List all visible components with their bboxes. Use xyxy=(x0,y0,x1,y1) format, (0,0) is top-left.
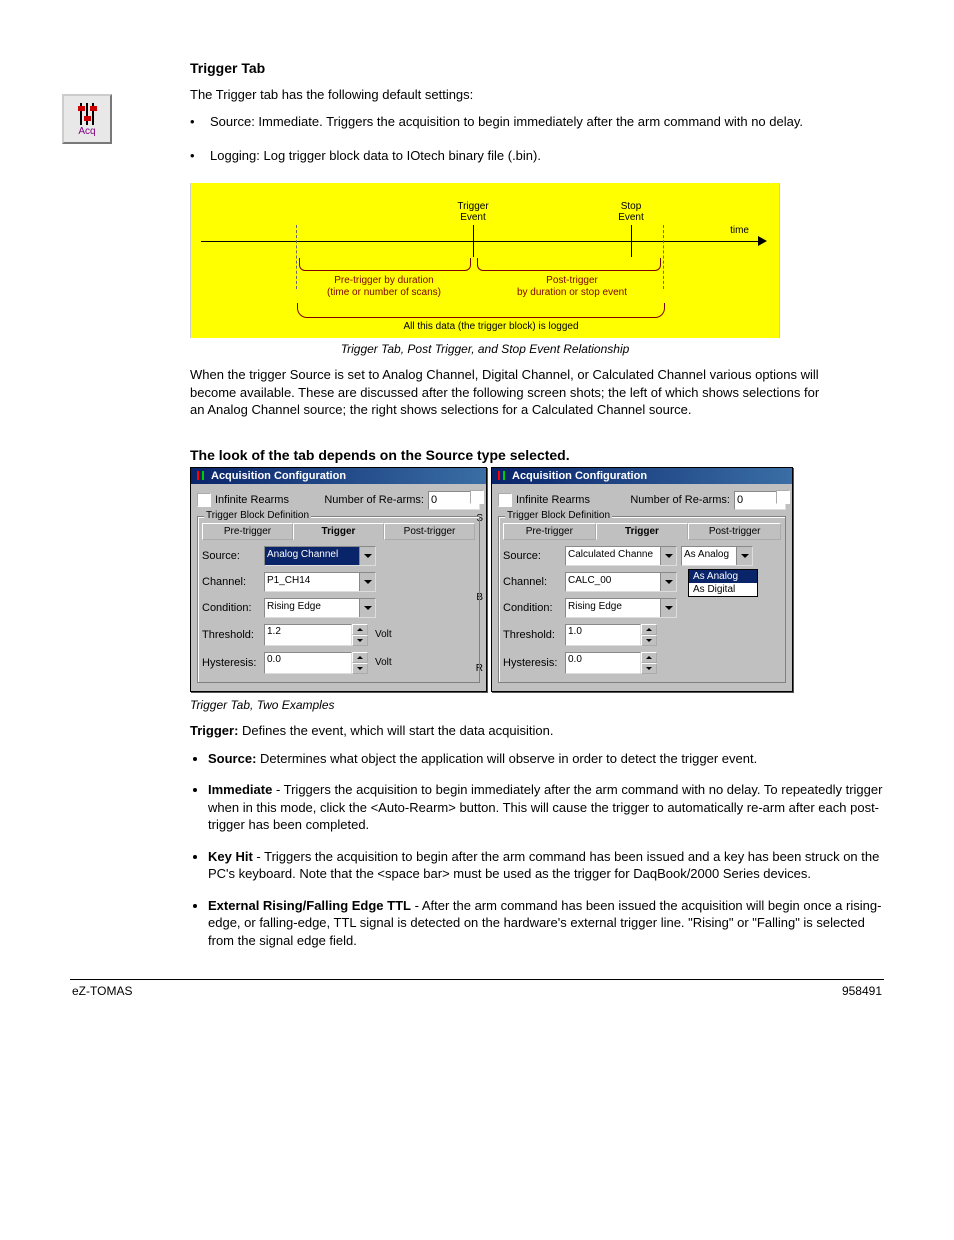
channel-label: Channel: xyxy=(202,576,260,588)
dropdown-icon[interactable] xyxy=(660,547,676,565)
tab-trigger[interactable]: Trigger xyxy=(293,523,384,540)
tab-trigger[interactable]: Trigger xyxy=(596,523,689,540)
fieldset-label: Trigger Block Definition xyxy=(204,510,311,521)
hysteresis-input[interactable]: 0.0 xyxy=(565,652,641,674)
source-label: Source: xyxy=(503,550,561,562)
spinner-up-icon[interactable] xyxy=(352,624,368,635)
list-item: Source: Determines what object the appli… xyxy=(208,750,884,768)
acq-icon-label: Acq xyxy=(78,126,95,137)
footer-right: 958491 xyxy=(842,984,882,998)
spinner-down-icon[interactable] xyxy=(641,663,657,674)
app-icon xyxy=(496,470,508,481)
para-after-diagram: When the trigger Source is set to Analog… xyxy=(190,366,830,419)
intro-bullet: Source: Immediate. Triggers the acquisit… xyxy=(190,114,884,131)
list-item: External Rising/Falling Edge TTL - After… xyxy=(208,897,884,950)
window-title: Acquisition Configuration xyxy=(211,470,346,482)
dropdown-icon[interactable] xyxy=(359,599,375,617)
footer-left: eZ-TOMAS xyxy=(72,984,132,998)
hysteresis-unit: Volt xyxy=(375,657,392,668)
page-footer: eZ-TOMAS 958491 xyxy=(70,984,884,998)
window-titlebar[interactable]: Acquisition Configuration xyxy=(492,468,792,484)
condition-combo[interactable]: Rising Edge xyxy=(264,598,376,618)
infinite-rearms-checkbox[interactable] xyxy=(197,493,211,507)
tab-pretrigger[interactable]: Pre-trigger xyxy=(503,523,596,540)
infinite-rearms-label: Infinite Rearms xyxy=(215,494,289,506)
spinner-up-icon[interactable] xyxy=(352,652,368,663)
threshold-label: Threshold: xyxy=(503,629,561,641)
threshold-unit: Volt xyxy=(375,629,392,640)
dropdown-option[interactable]: As Analog xyxy=(689,570,757,583)
list-item: Immediate - Triggers the acquisition to … xyxy=(208,781,884,834)
acq-toolbar-icon[interactable]: Acq xyxy=(62,94,112,144)
spinner-down-icon[interactable] xyxy=(641,635,657,646)
tab-pretrigger[interactable]: Pre-trigger xyxy=(202,523,293,540)
condition-label: Condition: xyxy=(202,602,260,614)
as-type-dropdown[interactable]: As Analog As Digital xyxy=(688,569,758,597)
diagram-caption: Trigger Tab, Post Trigger, and Stop Even… xyxy=(190,342,780,356)
tab-posttrigger[interactable]: Post-trigger xyxy=(384,523,475,540)
time-axis-label: time xyxy=(730,225,749,236)
num-rearms-label: Number of Re-arms: xyxy=(630,494,730,506)
threshold-input[interactable]: 1.0 xyxy=(565,624,641,646)
trigger-event-label: TriggerEvent xyxy=(443,201,503,223)
infinite-rearms-label: Infinite Rearms xyxy=(516,494,590,506)
spinner-up-icon[interactable] xyxy=(641,652,657,663)
dropdown-icon[interactable] xyxy=(359,547,375,565)
source-combo[interactable]: Calculated Channe xyxy=(565,546,677,566)
posttrigger-brace-label: Post-triggerby duration or stop event xyxy=(487,275,657,299)
channel-combo[interactable]: CALC_00 xyxy=(565,572,677,592)
list-item: Key Hit - Triggers the acquisition to be… xyxy=(208,848,884,883)
dropdown-icon[interactable] xyxy=(359,573,375,591)
hysteresis-input[interactable]: 0.0 xyxy=(264,652,352,674)
screenshots-caption: Trigger Tab, Two Examples xyxy=(190,698,884,712)
window-title: Acquisition Configuration xyxy=(512,470,647,482)
intro-text: The Trigger tab has the following defaul… xyxy=(190,86,884,104)
condition-label: Condition: xyxy=(503,602,561,614)
infinite-rearms-checkbox[interactable] xyxy=(498,493,512,507)
hysteresis-label: Hysteresis: xyxy=(202,657,260,669)
spinner-down-icon[interactable] xyxy=(352,635,368,646)
tab-posttrigger[interactable]: Post-trigger xyxy=(688,523,781,540)
app-icon xyxy=(195,470,207,481)
threshold-input[interactable]: 1.2 xyxy=(264,624,352,646)
dropdown-option[interactable]: As Digital xyxy=(689,583,757,596)
dropdown-icon[interactable] xyxy=(660,573,676,591)
dropdown-icon[interactable] xyxy=(660,599,676,617)
spinner-up-icon[interactable] xyxy=(641,624,657,635)
channel-label: Channel: xyxy=(503,576,561,588)
section-heading: Trigger Tab xyxy=(190,60,884,76)
dropdown-icon[interactable] xyxy=(736,547,752,565)
trigger-definition: Trigger: Defines the event, which will s… xyxy=(190,722,884,740)
all-data-label: All this data (the trigger block) is log… xyxy=(371,321,611,333)
acq-config-window-analog: S B R Acquisition Configuration Infinite… xyxy=(190,467,487,692)
window-titlebar[interactable]: Acquisition Configuration xyxy=(191,468,486,484)
subheading: The look of the tab depends on the Sourc… xyxy=(190,447,884,463)
as-type-combo[interactable]: As Analog xyxy=(681,546,753,566)
hysteresis-label: Hysteresis: xyxy=(503,657,561,669)
num-rearms-label: Number of Re-arms: xyxy=(324,494,424,506)
spinner-down-icon[interactable] xyxy=(352,663,368,674)
condition-combo[interactable]: Rising Edge xyxy=(565,598,677,618)
channel-combo[interactable]: P1_CH14 xyxy=(264,572,376,592)
pretrigger-brace-label: Pre-trigger by duration(time or number o… xyxy=(299,275,469,299)
threshold-label: Threshold: xyxy=(202,629,260,641)
stop-event-label: StopEvent xyxy=(601,201,661,223)
intro-bullet: Logging: Log trigger block data to IOtec… xyxy=(190,148,884,165)
acq-config-window-calculated: Acquisition Configuration Infinite Rearm… xyxy=(491,467,793,692)
trigger-timeline-diagram: time TriggerEvent StopEvent Pre-trigger … xyxy=(190,183,780,338)
fieldset-label: Trigger Block Definition xyxy=(505,510,612,521)
source-combo[interactable]: Analog Channel xyxy=(264,546,376,566)
source-label: Source: xyxy=(202,550,260,562)
